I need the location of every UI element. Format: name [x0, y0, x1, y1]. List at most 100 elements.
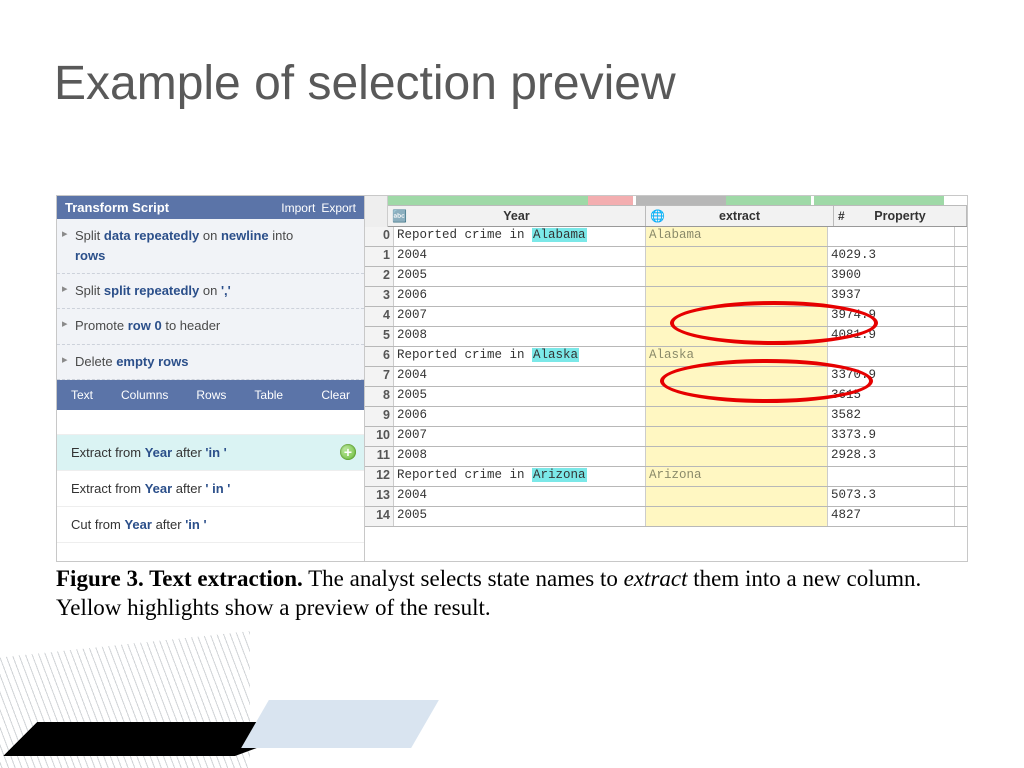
cell-extract[interactable]: Arizona [646, 467, 828, 486]
table-row[interactable]: 72004 3370.9 [365, 367, 967, 387]
cell-extract[interactable] [646, 267, 828, 286]
cell-year[interactable]: Reported crime in Alabama [394, 227, 646, 246]
tab-columns[interactable]: Columns [107, 384, 182, 406]
cell-year[interactable]: Reported crime in Arizona [394, 467, 646, 486]
table-row[interactable]: 0Reported crime in AlabamaAlabama [365, 227, 967, 247]
decorative-blue-shape [241, 700, 439, 748]
suggestion-item[interactable]: Extract from Year after 'in '+ [57, 435, 364, 471]
cell-property[interactable]: 3370.9 [828, 367, 955, 386]
add-icon[interactable]: + [340, 444, 356, 460]
cell-property[interactable]: 4081.9 [828, 327, 955, 346]
suggestion-list: Extract from Year after 'in '+Extract fr… [57, 435, 364, 543]
cell-property[interactable]: 3937 [828, 287, 955, 306]
table-row[interactable]: 52008 4081.9 [365, 327, 967, 347]
suggestion-item[interactable]: Cut from Year after 'in ' [57, 507, 364, 543]
cell-extract[interactable] [646, 327, 828, 346]
import-button[interactable]: Import [281, 201, 315, 215]
cell-year[interactable]: 2005 [394, 507, 646, 526]
cell-year[interactable]: 2006 [394, 407, 646, 426]
cell-property[interactable]: 3582 [828, 407, 955, 426]
tab-rows[interactable]: Rows [182, 384, 240, 406]
cell-property[interactable] [828, 227, 955, 246]
cell-extract[interactable] [646, 407, 828, 426]
table-row[interactable]: 120044029.3 [365, 247, 967, 267]
cell-property[interactable]: 4827 [828, 507, 955, 526]
row-index: 6 [365, 347, 394, 366]
globe-icon: 🌐 [650, 209, 665, 223]
script-list: Split data repeatedly on newline into ro… [57, 219, 364, 380]
col-property-header[interactable]: # Property [834, 206, 967, 226]
table-row[interactable]: 102007 3373.9 [365, 427, 967, 447]
figure: Transform Script Import Export Split dat… [56, 195, 968, 562]
cell-extract[interactable] [646, 387, 828, 406]
table-row[interactable]: 12Reported crime in ArizonaArizona [365, 467, 967, 487]
col-year-header[interactable]: 🔤 Year [388, 206, 646, 226]
col-extract-label: extract [719, 209, 760, 223]
col-extract-header[interactable]: 🌐 extract [646, 206, 834, 226]
cell-extract[interactable]: Alaska [646, 347, 828, 366]
script-item[interactable]: Split data repeatedly on newline into ro… [57, 219, 364, 274]
table-row[interactable]: 1420054827 [365, 507, 967, 527]
cell-year[interactable]: 2004 [394, 487, 646, 506]
cell-extract[interactable] [646, 247, 828, 266]
cell-extract[interactable] [646, 507, 828, 526]
number-type-icon: # [838, 209, 845, 223]
suggestion-item[interactable]: Extract from Year after ' in ' [57, 471, 364, 507]
cell-year[interactable]: 2007 [394, 307, 646, 326]
cell-year[interactable]: 2004 [394, 367, 646, 386]
table-row[interactable]: 6Reported crime in AlaskaAlaska [365, 347, 967, 367]
cell-extract[interactable] [646, 447, 828, 466]
table-row[interactable]: 112008 2928.3 [365, 447, 967, 467]
cell-property[interactable]: 3900 [828, 267, 955, 286]
row-index: 11 [365, 447, 394, 466]
row-index: 10 [365, 427, 394, 446]
script-item[interactable]: Split split repeatedly on ',' [57, 274, 364, 309]
row-index: 3 [365, 287, 394, 306]
table-row[interactable]: 22005 3900 [365, 267, 967, 287]
cell-year[interactable]: 2006 [394, 287, 646, 306]
row-index: 7 [365, 367, 394, 386]
cell-property[interactable] [828, 347, 955, 366]
cell-property[interactable]: 3373.9 [828, 427, 955, 446]
cell-extract[interactable] [646, 287, 828, 306]
col-property-label: Property [874, 209, 925, 223]
cell-property[interactable]: 5073.3 [828, 487, 955, 506]
cell-extract[interactable] [646, 307, 828, 326]
cell-extract[interactable] [646, 427, 828, 446]
cell-year[interactable]: 2004 [394, 247, 646, 266]
table-row[interactable]: 420073974.9 [365, 307, 967, 327]
cell-property[interactable]: 4029.3 [828, 247, 955, 266]
cell-year[interactable]: 2005 [394, 387, 646, 406]
caption-emphasis: extract [624, 566, 688, 591]
export-button[interactable]: Export [321, 201, 356, 215]
table-row[interactable]: 820053615 [365, 387, 967, 407]
header-row: 🔤 Year 🌐 extract # Property [388, 205, 967, 227]
cell-property[interactable]: 3615 [828, 387, 955, 406]
cell-year[interactable]: Reported crime in Alaska [394, 347, 646, 366]
figure-caption: Figure 3. Text extraction. The analyst s… [56, 565, 968, 623]
col-year-label: Year [503, 209, 529, 223]
table-row[interactable]: 32006 3937 [365, 287, 967, 307]
script-item[interactable]: Promote row 0 to header [57, 309, 364, 344]
clear-button[interactable]: Clear [307, 384, 364, 406]
tab-table[interactable]: Table [240, 384, 297, 406]
cell-property[interactable] [828, 467, 955, 486]
row-index: 5 [365, 327, 394, 346]
cell-year[interactable]: 2005 [394, 267, 646, 286]
cell-year[interactable]: 2008 [394, 327, 646, 346]
tab-text[interactable]: Text [57, 384, 107, 406]
column-quality-bars [388, 196, 967, 205]
cell-property[interactable]: 2928.3 [828, 447, 955, 466]
table-row[interactable]: 132004 5073.3 [365, 487, 967, 507]
row-index: 13 [365, 487, 394, 506]
cell-year[interactable]: 2008 [394, 447, 646, 466]
table-row[interactable]: 920063582 [365, 407, 967, 427]
script-item[interactable]: Delete empty rows [57, 345, 364, 380]
cell-extract[interactable] [646, 367, 828, 386]
cell-extract[interactable]: Alabama [646, 227, 828, 246]
row-index: 2 [365, 267, 394, 286]
panel-header: Transform Script Import Export [57, 196, 364, 219]
cell-extract[interactable] [646, 487, 828, 506]
cell-property[interactable]: 3974.9 [828, 307, 955, 326]
cell-year[interactable]: 2007 [394, 427, 646, 446]
